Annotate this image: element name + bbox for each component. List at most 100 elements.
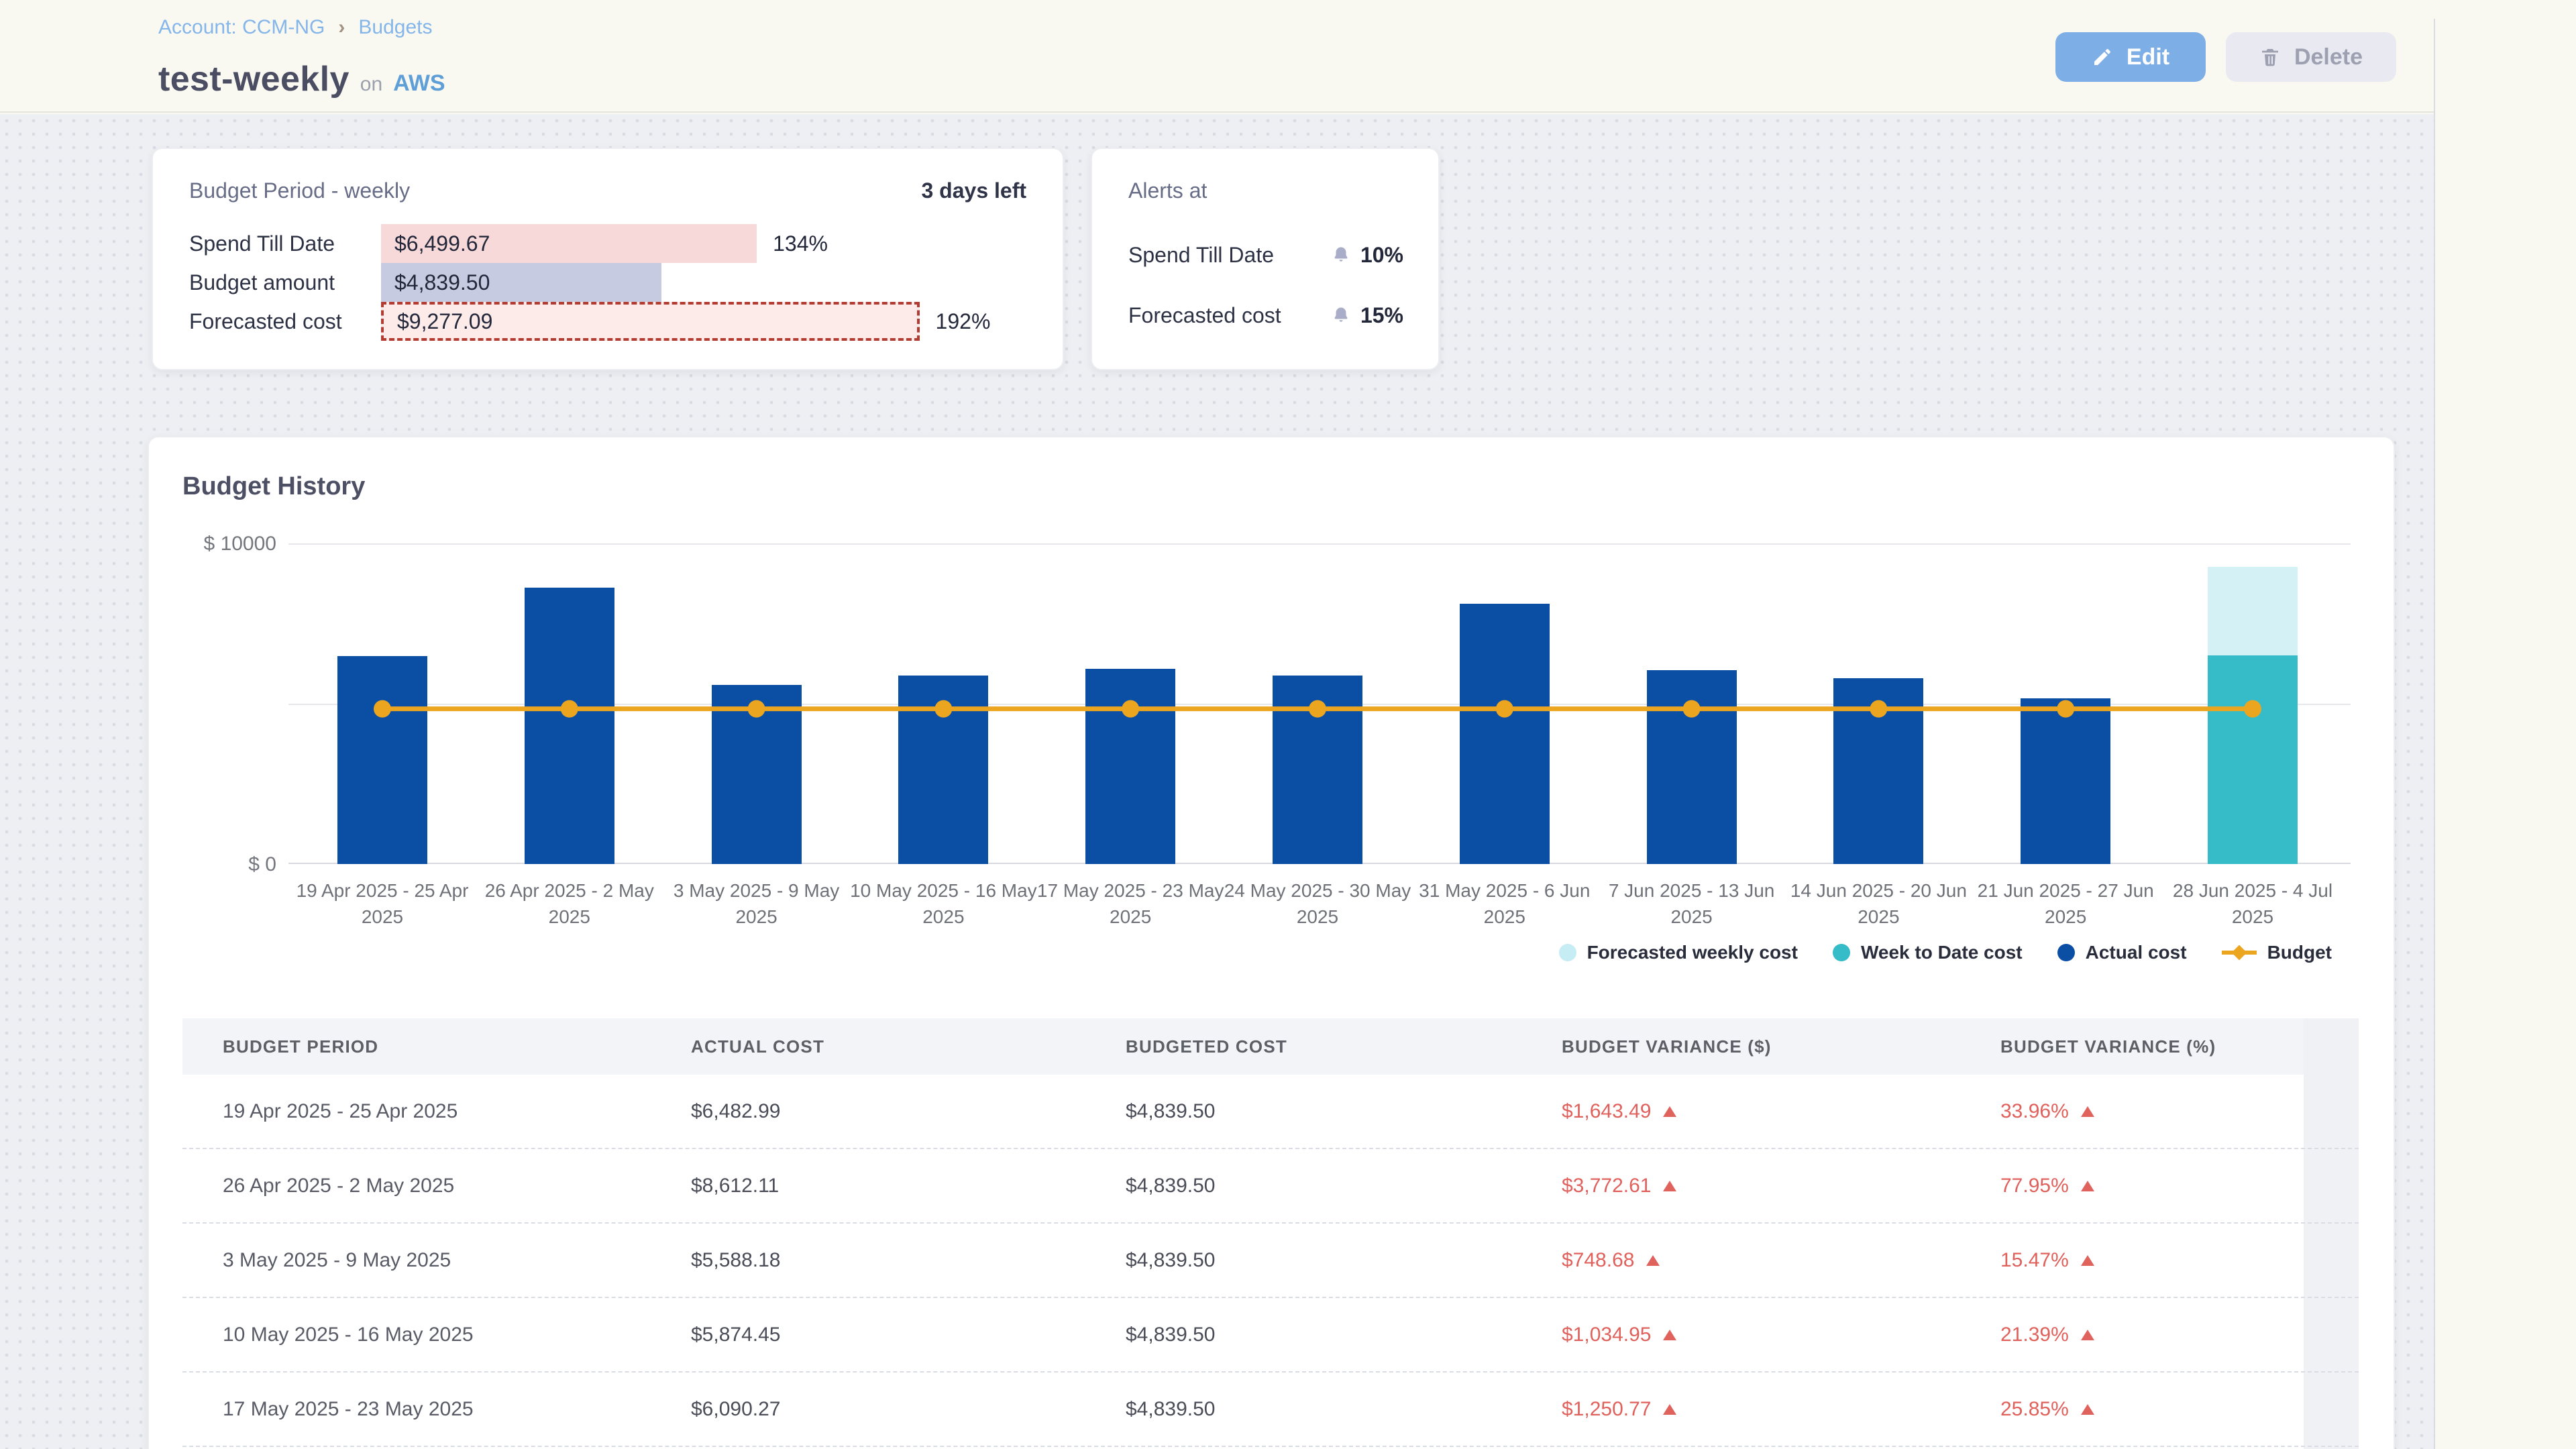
table-row: 10 May 2025 - 16 May 2025$5,874.45$4,839… xyxy=(182,1298,2359,1373)
cell-budgeted-cost: $4,839.50 xyxy=(1085,1324,1521,1346)
budget-period-card: Budget Period - weekly 3 days left Spend… xyxy=(152,148,1064,370)
x-axis-label: 24 May 2025 - 30 May 2025 xyxy=(1217,877,1418,930)
triangle-up-icon xyxy=(1663,1330,1676,1340)
cell-budget-variance-usd: $1,034.95 xyxy=(1521,1324,1960,1346)
legend-label: Forecasted weekly cost xyxy=(1587,942,1798,963)
cell-budgeted-cost: $4,839.50 xyxy=(1085,1175,1521,1197)
table-header-cell: BUDGET PERIOD xyxy=(182,1036,651,1057)
x-axis-label: 28 Jun 2025 - 4 Jul 2025 xyxy=(2152,877,2353,930)
budget-point xyxy=(2244,700,2261,718)
breadcrumb-account-link[interactable]: Account: CCM-NG xyxy=(158,16,325,39)
breadcrumb-budgets-link[interactable]: Budgets xyxy=(358,16,432,39)
cell-budget-variance-pct: 25.85% xyxy=(1960,1398,2359,1421)
cell-budget-variance-pct: 33.96% xyxy=(1960,1100,2359,1123)
table-header-cell: ACTUAL COST xyxy=(651,1036,1085,1057)
alert-forecast-label: Forecasted cost xyxy=(1128,303,1281,328)
budget-line xyxy=(288,543,2351,864)
budget-amount-label: Budget amount xyxy=(189,270,335,295)
legend-item[interactable]: Actual cost xyxy=(2057,942,2187,963)
forecasted-cost-label: Forecasted cost xyxy=(189,309,342,334)
legend-label: Actual cost xyxy=(2086,942,2187,963)
breadcrumb-chevron-icon: › xyxy=(338,16,345,39)
budget-point xyxy=(934,700,952,718)
legend-item[interactable]: Forecasted weekly cost xyxy=(1559,942,1798,963)
cell-budget-period: 10 May 2025 - 16 May 2025 xyxy=(182,1324,651,1346)
budget-history-card: Budget History $ 10000 $ 0 19 Apr 2025 -… xyxy=(148,436,2395,1449)
legend-dot-icon xyxy=(1833,944,1850,961)
cell-budget-variance-usd: $1,250.77 xyxy=(1521,1398,1960,1421)
alert-forecast-threshold: 15% xyxy=(1360,303,1403,328)
content-area: Budget Period - weekly 3 days left Spend… xyxy=(0,114,2434,1449)
table-header-row: BUDGET PERIODACTUAL COSTBUDGETED COSTBUD… xyxy=(182,1018,2304,1075)
alerts-card: Alerts at Spend Till Date 10% Forecasted… xyxy=(1091,148,1440,370)
x-axis-label: 3 May 2025 - 9 May 2025 xyxy=(656,877,857,930)
legend-item[interactable]: Budget xyxy=(2222,942,2332,963)
budget-point xyxy=(561,700,578,718)
budget-period-card-title: Budget Period - weekly xyxy=(189,178,410,203)
header-actions: Edit Delete xyxy=(2055,32,2396,82)
table-row: 17 May 2025 - 23 May 2025$6,090.27$4,839… xyxy=(182,1373,2359,1447)
legend-label: Week to Date cost xyxy=(1861,942,2023,963)
edit-button[interactable]: Edit xyxy=(2055,32,2206,82)
table-row: 26 Apr 2025 - 2 May 2025$8,612.11$4,839.… xyxy=(182,1149,2359,1224)
cell-budget-period: 19 Apr 2025 - 25 Apr 2025 xyxy=(182,1100,651,1123)
spend-till-date-amount: $6,499.67 xyxy=(381,231,490,256)
budget-amount-value: $4,839.50 xyxy=(381,270,490,295)
triangle-up-icon xyxy=(1663,1404,1676,1415)
budget-point xyxy=(374,700,391,718)
cell-budget-period: 3 May 2025 - 9 May 2025 xyxy=(182,1249,651,1272)
budget-point xyxy=(1496,700,1513,718)
spend-till-date-bar: $6,499.67 xyxy=(381,224,757,263)
cell-budget-variance-usd: $3,772.61 xyxy=(1521,1175,1960,1197)
budget-history-plot xyxy=(288,543,2351,864)
budget-detail-page: Account: CCM-NG › Budgets test-weekly on… xyxy=(0,0,2576,1449)
cell-budget-variance-pct: 15.47% xyxy=(1960,1249,2359,1272)
cell-actual-cost: $6,482.99 xyxy=(651,1100,1085,1123)
platform-label: AWS xyxy=(393,70,445,97)
x-axis-label: 10 May 2025 - 16 May 2025 xyxy=(843,877,1044,930)
x-axis-label: 17 May 2025 - 23 May 2025 xyxy=(1030,877,1231,930)
table-header-cell: BUDGETED COST xyxy=(1085,1036,1521,1057)
y-axis-min-label: $ 0 xyxy=(169,853,276,876)
page-header: Account: CCM-NG › Budgets test-weekly on… xyxy=(0,0,2434,113)
budget-point xyxy=(1683,700,1701,718)
budget-history-table: BUDGET PERIODACTUAL COSTBUDGETED COSTBUD… xyxy=(182,1018,2359,1447)
cell-budgeted-cost: $4,839.50 xyxy=(1085,1398,1521,1421)
x-axis-label: 19 Apr 2025 - 25 Apr 2025 xyxy=(282,877,483,930)
budget-point xyxy=(2057,700,2074,718)
cell-actual-cost: $5,874.45 xyxy=(651,1324,1085,1346)
table-body: 19 Apr 2025 - 25 Apr 2025$6,482.99 $4,839… xyxy=(182,1075,2359,1447)
triangle-up-icon xyxy=(1646,1255,1660,1266)
cell-actual-cost: $8,612.11 xyxy=(651,1175,1085,1197)
x-axis-label: 7 Jun 2025 - 13 Jun 2025 xyxy=(1591,877,1792,930)
table-row: 19 Apr 2025 - 25 Apr 2025$6,482.99$4,839… xyxy=(182,1075,2359,1149)
page-title: test-weekly xyxy=(158,59,350,99)
cell-actual-cost: $5,588.18 xyxy=(651,1249,1085,1272)
delete-button[interactable]: Delete xyxy=(2226,32,2396,82)
forecasted-cost-amount: $9,277.09 xyxy=(384,309,492,334)
cell-budget-variance-usd: $1,643.49 xyxy=(1521,1100,1960,1123)
cell-budget-variance-usd: $748.68 xyxy=(1521,1249,1960,1272)
bell-icon xyxy=(1331,306,1351,326)
triangle-up-icon xyxy=(1663,1106,1676,1117)
chart-legend: Forecasted weekly cost Week to Date cost A… xyxy=(1559,942,2332,963)
spend-till-date-label: Spend Till Date xyxy=(189,231,335,256)
panel-right-border xyxy=(2434,19,2435,1449)
triangle-up-icon xyxy=(2081,1404,2094,1415)
spend-till-date-pct: 134% xyxy=(773,231,828,256)
legend-item[interactable]: Week to Date cost xyxy=(1833,942,2023,963)
budget-point xyxy=(1122,700,1139,718)
legend-line-icon xyxy=(2222,944,2257,961)
triangle-up-icon xyxy=(2081,1106,2094,1117)
title-row: test-weekly on AWS xyxy=(158,59,445,99)
bell-icon xyxy=(1331,246,1351,266)
cell-budget-period: 17 May 2025 - 23 May 2025 xyxy=(182,1398,651,1421)
cell-budget-variance-pct: 21.39% xyxy=(1960,1324,2359,1346)
budget-amount-bar: $4,839.50 xyxy=(381,263,661,302)
forecasted-cost-pct: 192% xyxy=(936,309,991,334)
cell-budget-variance-pct: 77.95% xyxy=(1960,1175,2359,1197)
spend-till-date-row: Spend Till Date $6,499.67 134% xyxy=(153,224,1063,263)
delete-button-label: Delete xyxy=(2294,44,2363,70)
alerts-card-title: Alerts at xyxy=(1128,178,1207,203)
cell-actual-cost: $6,090.27 xyxy=(651,1398,1085,1421)
